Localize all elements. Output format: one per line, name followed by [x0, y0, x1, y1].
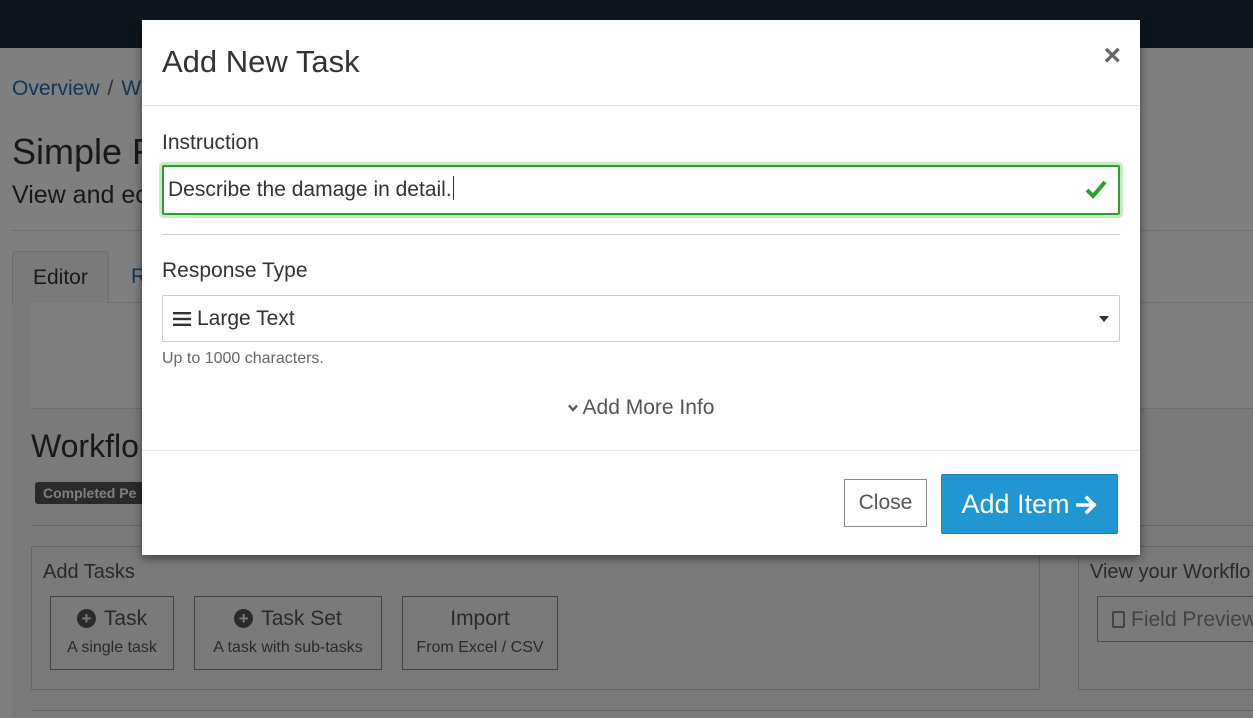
modal-footer: Close Add Item: [142, 450, 1140, 556]
close-button[interactable]: Close: [844, 479, 927, 527]
check-icon: [1085, 180, 1107, 199]
instruction-value: Describe the damage in detail.: [168, 178, 452, 201]
close-icon[interactable]: ×: [1103, 41, 1121, 71]
caret-down-icon: [1099, 316, 1109, 322]
add-task-modal: Add New Task × Instruction Describe the …: [142, 20, 1140, 555]
response-type-label: Response Type: [162, 259, 308, 282]
instruction-label: Instruction: [162, 131, 259, 154]
bars-icon: [173, 312, 191, 326]
add-more-info-label: Add More Info: [582, 396, 715, 419]
form-divider: [162, 234, 1120, 235]
modal-header: Add New Task ×: [142, 20, 1140, 106]
response-type-value: Large Text: [197, 307, 295, 330]
add-more-info-toggle[interactable]: Add More Info: [142, 396, 1140, 420]
chevron-down-icon: [567, 404, 578, 412]
response-type-help: Up to 1000 characters.: [162, 350, 324, 367]
add-item-button[interactable]: Add Item: [941, 474, 1118, 534]
modal-title: Add New Task: [162, 44, 360, 79]
instruction-input[interactable]: Describe the damage in detail.: [162, 165, 1120, 215]
text-cursor: [452, 176, 454, 200]
arrow-right-icon: [1075, 494, 1097, 515]
response-type-select[interactable]: Large Text: [162, 295, 1120, 342]
add-item-label: Add Item: [961, 488, 1070, 519]
